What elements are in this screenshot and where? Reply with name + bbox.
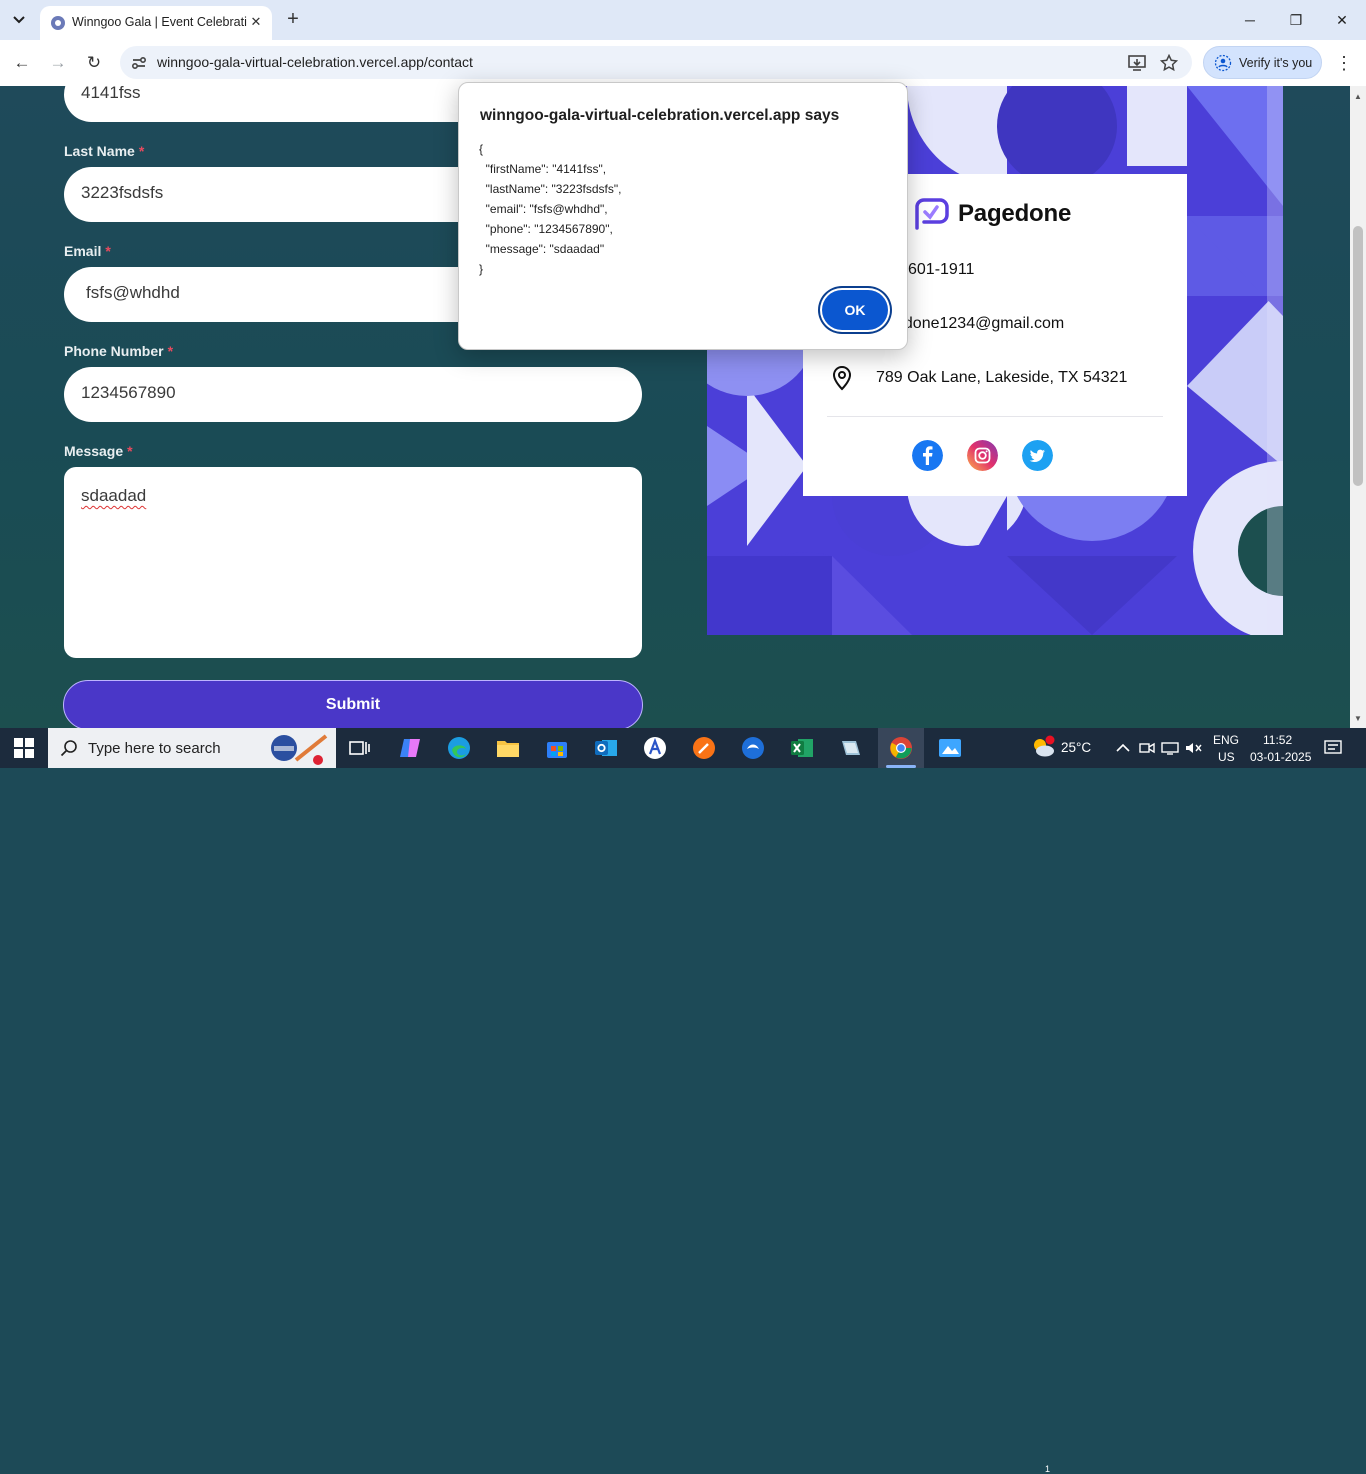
search-icon: [60, 740, 77, 757]
show-hidden-icons-icon[interactable]: [1114, 739, 1132, 757]
search-placeholder: Type here to search: [88, 740, 221, 757]
notes-app-icon[interactable]: [837, 734, 865, 762]
message-textarea[interactable]: sdaadad: [64, 467, 642, 658]
network-icon[interactable]: [1161, 739, 1179, 757]
contact-email: edone1234@gmail.com: [895, 315, 1065, 332]
site-favicon-icon: [51, 16, 65, 30]
chevron-down-icon: [13, 16, 25, 24]
last-name-value: 3223fsdsfs: [81, 183, 164, 202]
brand-name: Pagedone: [958, 200, 1072, 227]
excel-icon[interactable]: [788, 734, 816, 762]
email-label: Email *: [64, 243, 111, 259]
tab-search-button[interactable]: [6, 8, 32, 32]
close-tab-icon[interactable]: ✕: [246, 12, 266, 32]
verify-profile-button[interactable]: Verify it's you: [1203, 46, 1322, 79]
install-app-icon[interactable]: [1127, 53, 1147, 73]
url-text: winngoo-gala-virtual-celebration.vercel.…: [157, 54, 473, 70]
page-scrollbar[interactable]: ▲ ▼: [1350, 86, 1366, 728]
app-a-icon[interactable]: [641, 734, 669, 762]
clock-time[interactable]: 11:52: [1263, 733, 1292, 747]
temperature: 25°C: [1061, 740, 1092, 755]
twitter-icon[interactable]: [1022, 440, 1053, 471]
first-name-value: 4141fss: [81, 86, 141, 102]
search-highlight-image: [271, 734, 328, 765]
account-sync-icon: [1214, 54, 1232, 72]
windows-start-icon[interactable]: [14, 738, 34, 758]
volume-muted-icon[interactable]: [1185, 739, 1203, 757]
bluesky-app-icon[interactable]: [739, 734, 767, 762]
microsoft-store-icon[interactable]: [543, 734, 571, 762]
pagedone-logo-icon: [915, 198, 949, 230]
scroll-thumb[interactable]: [1353, 226, 1363, 486]
photos-app-icon[interactable]: [936, 734, 964, 762]
close-window-button[interactable]: ✕: [1322, 6, 1362, 34]
notification-center-icon[interactable]: [1324, 739, 1342, 757]
contact-phone: 601-1911: [908, 261, 975, 278]
language-indicator[interactable]: ENG: [1213, 733, 1239, 747]
region-indicator: US: [1218, 750, 1235, 764]
new-tab-button[interactable]: +: [282, 8, 304, 30]
edge-icon[interactable]: [445, 734, 473, 762]
browser-toolbar: ← → ↻ winngoo-gala-virtual-celebration.v…: [0, 40, 1366, 86]
browser-tab[interactable]: Winngoo Gala | Event Celebration ✕: [40, 6, 272, 40]
windows-taskbar: Type here to search 1 25°C ENG US 11:52 …: [0, 728, 1366, 1474]
scroll-up-icon[interactable]: ▲: [1350, 88, 1366, 104]
outlook-icon[interactable]: [592, 734, 620, 762]
pen-app-icon[interactable]: [690, 734, 718, 762]
verify-label: Verify it's you: [1239, 56, 1313, 70]
submit-button[interactable]: Submit: [63, 680, 643, 728]
taskbar-search-box[interactable]: Type here to search: [48, 728, 336, 768]
task-view-icon[interactable]: [346, 734, 374, 762]
address-bar[interactable]: winngoo-gala-virtual-celebration.vercel.…: [120, 46, 1192, 79]
meet-now-icon[interactable]: [1138, 739, 1156, 757]
phone-value: 1234567890: [81, 383, 176, 402]
email-value: fsfs@whdhd: [86, 283, 180, 302]
minimize-button[interactable]: ─: [1230, 6, 1270, 34]
last-name-label: Last Name *: [64, 143, 145, 159]
instagram-icon[interactable]: [967, 440, 998, 471]
chrome-icon[interactable]: [887, 734, 915, 762]
restore-button[interactable]: ❐: [1276, 6, 1316, 34]
location-pin-icon: [832, 365, 852, 391]
weather-badge: 1: [1045, 1464, 1051, 1474]
weather-icon[interactable]: [1030, 735, 1056, 759]
dialog-title: winngoo-gala-virtual-celebration.vercel.…: [480, 107, 840, 124]
tab-strip: Winngoo Gala | Event Celebration ✕ + ─ ❐…: [0, 0, 1366, 40]
phone-label: Phone Number *: [64, 343, 174, 359]
ok-button[interactable]: OK: [822, 290, 888, 330]
tab-title: Winngoo Gala | Event Celebration: [72, 15, 247, 29]
alert-dialog: winngoo-gala-virtual-celebration.vercel.…: [458, 82, 908, 350]
message-value: sdaadad: [81, 486, 147, 505]
clock-date: 03-01-2025: [1250, 750, 1312, 764]
scroll-down-icon[interactable]: ▼: [1350, 710, 1366, 726]
facebook-icon[interactable]: [912, 440, 943, 471]
browser-menu-icon[interactable]: ⋮: [1334, 52, 1354, 74]
contact-address: 789 Oak Lane, Lakeside, TX 54321: [876, 369, 1128, 386]
message-label: Message *: [64, 443, 133, 459]
dialog-message: { "firstName": "4141fss", "lastName": "3…: [479, 142, 622, 276]
bookmark-star-icon[interactable]: [1159, 53, 1179, 73]
card-divider: [827, 416, 1163, 417]
phone-input[interactable]: 1234567890: [64, 367, 642, 422]
reload-button[interactable]: ↻: [81, 50, 107, 76]
forward-button[interactable]: →: [45, 50, 71, 76]
site-info-icon[interactable]: [130, 54, 148, 72]
file-explorer-icon[interactable]: [494, 734, 522, 762]
back-button[interactable]: ←: [9, 50, 35, 76]
copilot-icon[interactable]: [396, 734, 424, 762]
